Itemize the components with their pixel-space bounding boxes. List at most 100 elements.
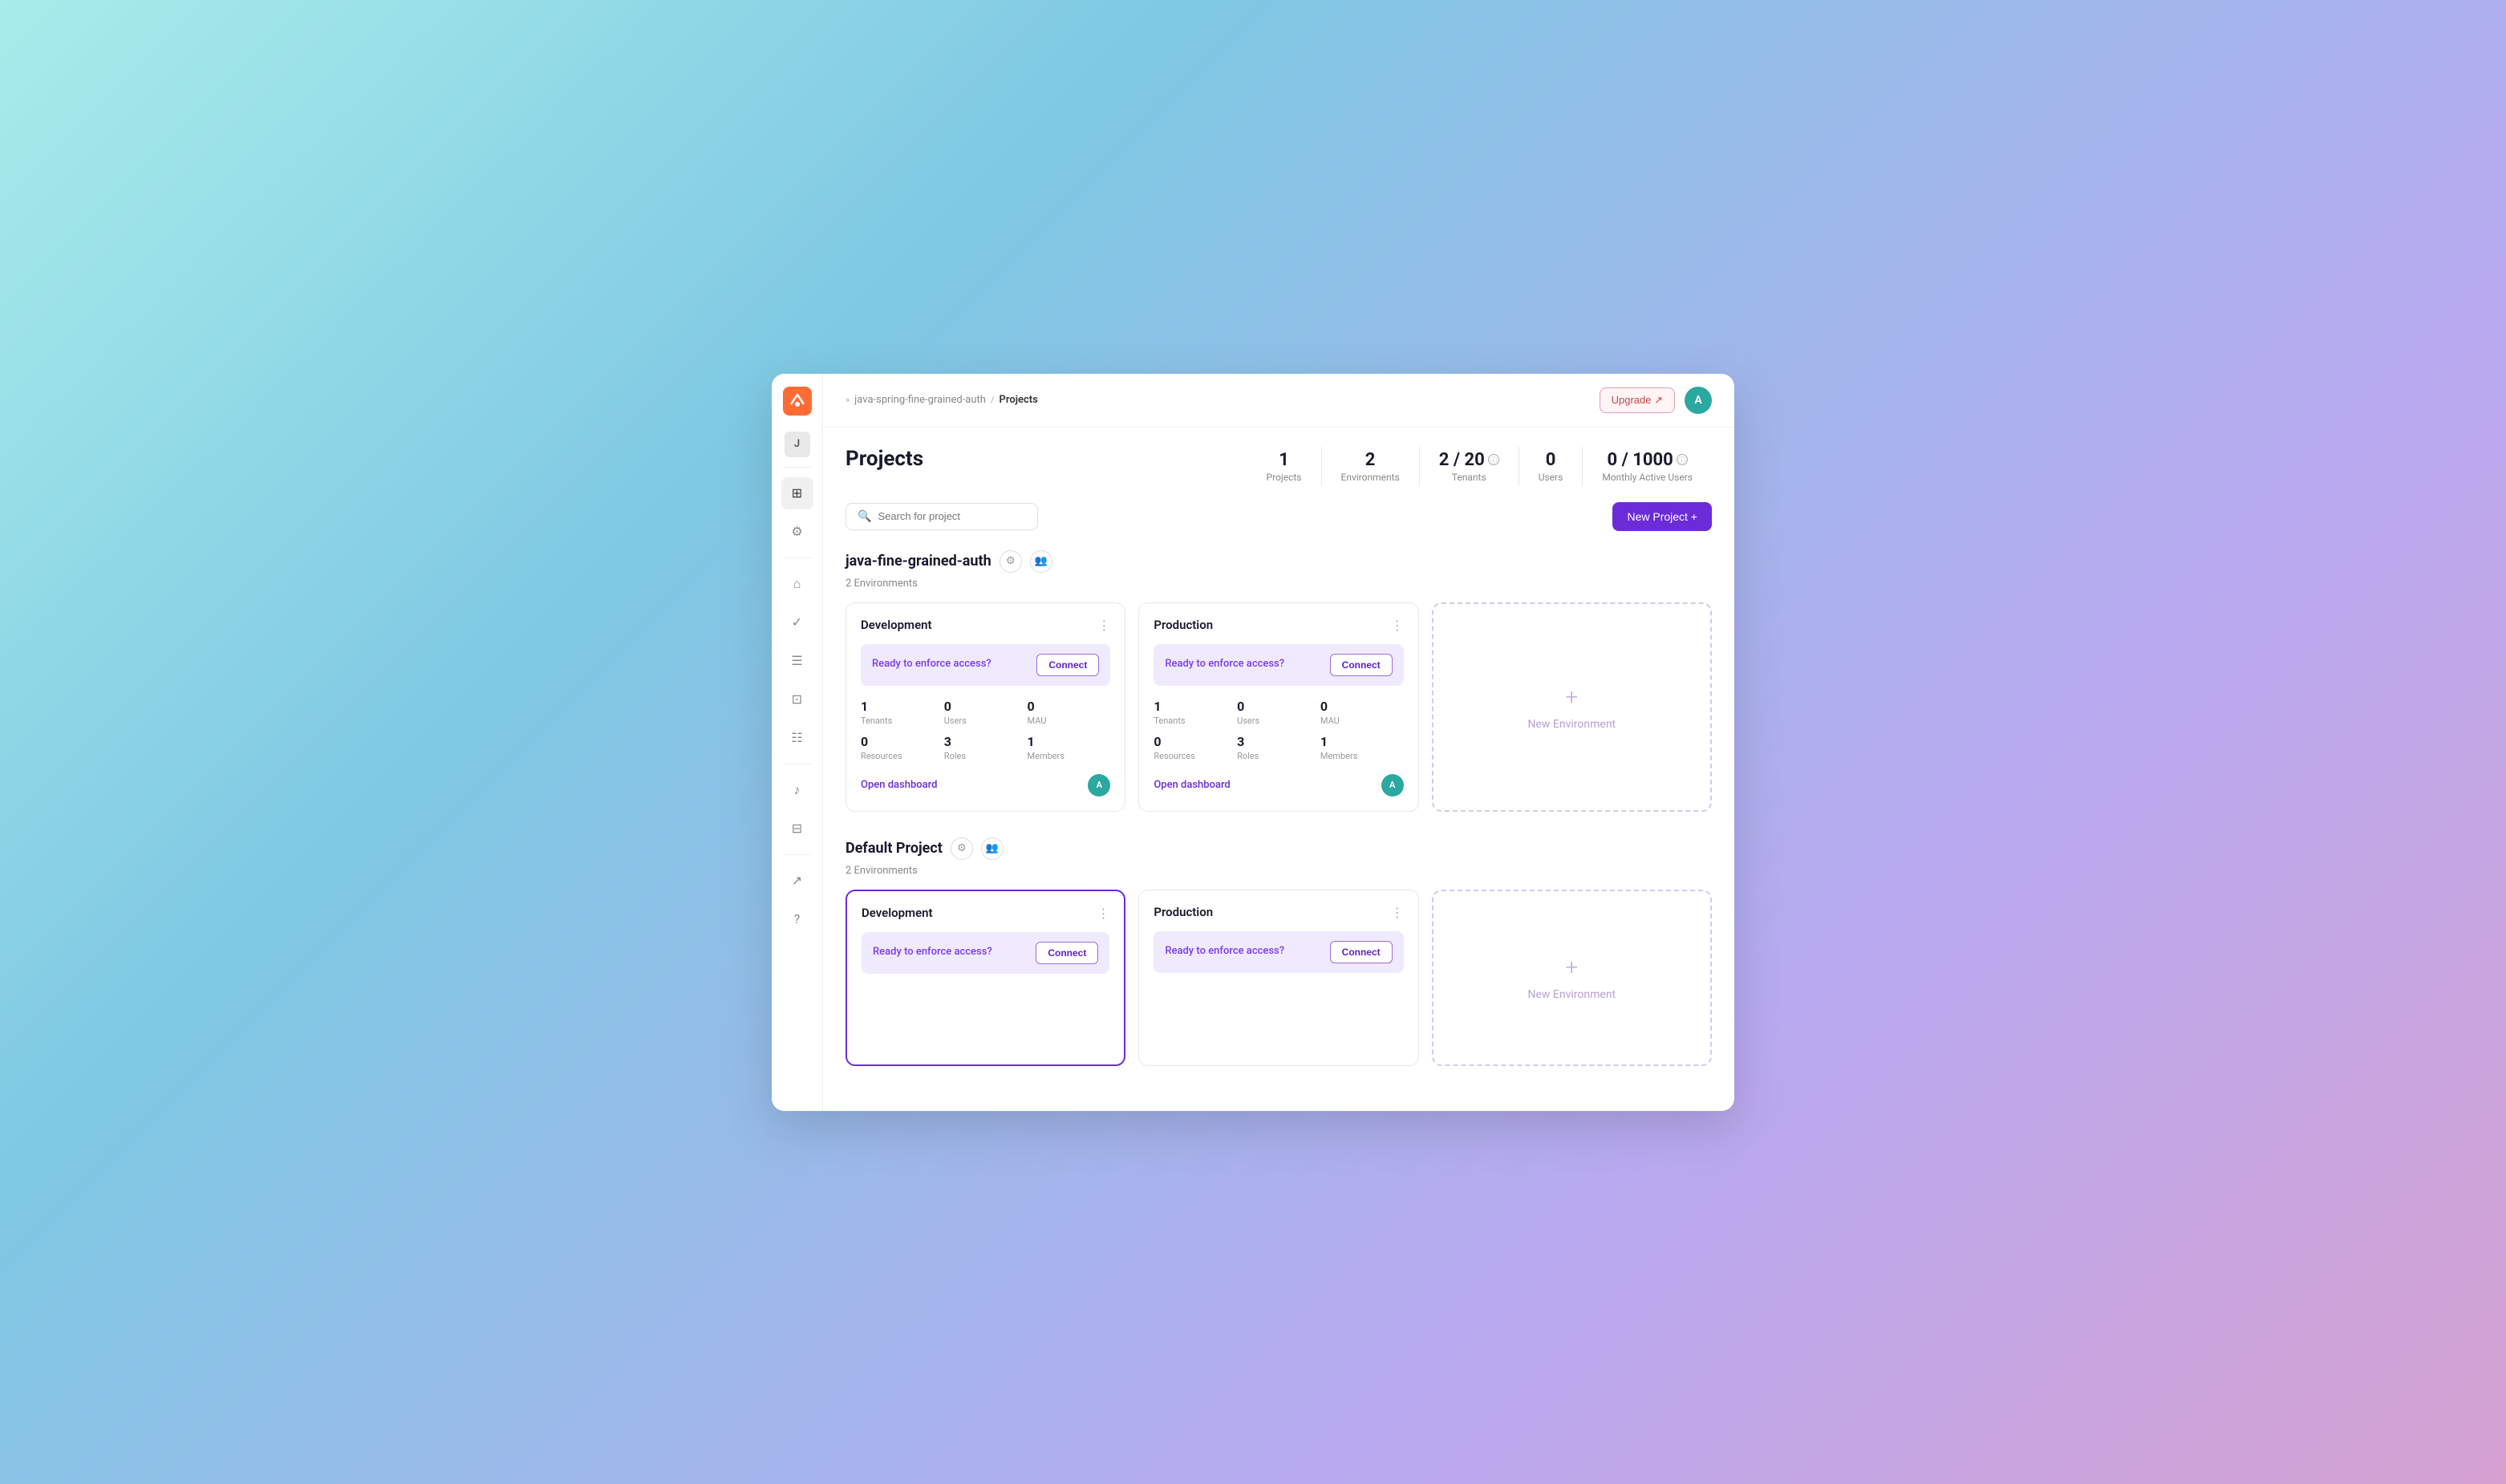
connect-text-0-1: Ready to enforce access? bbox=[1165, 657, 1284, 671]
env-stat-mau-0-0: 0 MAU bbox=[1028, 699, 1111, 726]
apps-icon: ⊡ bbox=[792, 691, 802, 707]
sidebar-item-apps[interactable]: ⊡ bbox=[781, 683, 813, 716]
logo[interactable] bbox=[783, 387, 812, 416]
connect-banner-1-1: Ready to enforce access? Connect bbox=[1154, 931, 1403, 973]
user-avatar[interactable]: A bbox=[1685, 387, 1712, 414]
env-card-1-0: Development ⋮ Ready to enforce access? C… bbox=[845, 890, 1125, 1066]
sidebar-divider-1 bbox=[783, 467, 812, 468]
env-stat-members-0-1: 1 Members bbox=[1320, 734, 1404, 761]
project-name-1: Default Project bbox=[845, 840, 943, 857]
new-project-button[interactable]: New Project + bbox=[1612, 502, 1712, 531]
project-members-icon-1[interactable]: 👥 bbox=[981, 837, 1004, 860]
stat-environments: 2 Environments bbox=[1322, 447, 1420, 486]
env-stat-tenants-0-0: 1 Tenants bbox=[861, 699, 944, 726]
env-stat-members-0-0: 1 Members bbox=[1028, 734, 1111, 761]
search-box: 🔍 bbox=[845, 503, 1038, 530]
project-name-0: java-fine-grained-auth bbox=[845, 553, 991, 570]
mau-info-icon[interactable]: ⓘ bbox=[1677, 454, 1688, 465]
connect-text-0-0: Ready to enforce access? bbox=[872, 657, 991, 671]
connect-banner-0-1: Ready to enforce access? Connect bbox=[1154, 644, 1403, 686]
env-menu-icon-1-0[interactable]: ⋮ bbox=[1097, 906, 1109, 921]
home-icon: ⌂ bbox=[793, 576, 801, 592]
sidebar-item-grid[interactable]: ⊞ bbox=[781, 477, 813, 509]
check-icon: ✓ bbox=[792, 614, 802, 630]
sidebar-workspace-avatar[interactable]: J bbox=[785, 432, 810, 457]
breadcrumb: » java-spring-fine-grained-auth / Projec… bbox=[845, 394, 1038, 406]
project-members-icon-0[interactable]: 👥 bbox=[1030, 550, 1052, 573]
sidebar-item-settings[interactable]: ⚙ bbox=[781, 516, 813, 548]
connect-button-1-1[interactable]: Connect bbox=[1330, 941, 1393, 963]
new-env-plus-icon-1: + bbox=[1565, 954, 1578, 980]
sidebar-item-list[interactable]: ☰ bbox=[781, 645, 813, 677]
sidebar-item-home[interactable]: ⌂ bbox=[781, 568, 813, 600]
env-stat-tenants-0-1: 1 Tenants bbox=[1154, 699, 1237, 726]
breadcrumb-link[interactable]: java-spring-fine-grained-auth bbox=[854, 394, 986, 406]
app-container: J ⊞ ⚙ ⌂ ✓ ☰ ⊡ ☷ ♪ ⊟ bbox=[772, 374, 1734, 1111]
env-stat-users-0-0: 0 Users bbox=[944, 699, 1028, 726]
stat-tenants-value-row: 2 / 20 ⓘ bbox=[1439, 450, 1499, 470]
env-card-header-0-0: Development ⋮ bbox=[861, 618, 1110, 633]
search-actions-bar: 🔍 New Project + bbox=[845, 502, 1712, 531]
connect-button-1-0[interactable]: Connect bbox=[1036, 942, 1098, 964]
connect-text-1-1: Ready to enforce access? bbox=[1165, 944, 1284, 959]
env-menu-icon-0-0[interactable]: ⋮ bbox=[1097, 618, 1110, 633]
sidebar-item-docs[interactable]: ☷ bbox=[781, 722, 813, 754]
stat-projects-number: 1 bbox=[1279, 450, 1289, 470]
stat-environments-number: 2 bbox=[1365, 450, 1376, 470]
env-stats-0-1: 1 Tenants 0 Users 0 MAU bbox=[1154, 699, 1403, 761]
docs-icon: ☷ bbox=[791, 730, 802, 745]
new-env-label-1: New Environment bbox=[1528, 988, 1616, 1001]
sidebar-item-notes[interactable]: ♪ bbox=[781, 774, 813, 806]
tenants-info-icon[interactable]: ⓘ bbox=[1488, 454, 1499, 465]
search-input[interactable] bbox=[878, 510, 1026, 522]
stat-tenants-label: Tenants bbox=[1452, 472, 1486, 483]
env-menu-icon-0-1[interactable]: ⋮ bbox=[1391, 618, 1404, 633]
new-env-card-0[interactable]: + New Environment bbox=[1432, 602, 1712, 812]
connect-button-0-0[interactable]: Connect bbox=[1036, 654, 1099, 676]
stat-users-number: 0 bbox=[1546, 450, 1556, 470]
project-settings-icon-1[interactable]: ⚙ bbox=[951, 837, 973, 860]
project-settings-icon-0[interactable]: ⚙ bbox=[1000, 550, 1022, 573]
open-dashboard-link-0-1[interactable]: Open dashboard bbox=[1154, 779, 1230, 791]
gear-icon: ⚙ bbox=[791, 524, 802, 539]
open-dashboard-link-0-0[interactable]: Open dashboard bbox=[861, 779, 937, 791]
project-section-1: Default Project ⚙ 👥 2 Environments Devel… bbox=[845, 837, 1712, 1066]
env-card-header-1-0: Development ⋮ bbox=[862, 906, 1109, 921]
env-card-header-0-1: Production ⋮ bbox=[1154, 618, 1403, 633]
sidebar-item-share[interactable]: ↗ bbox=[781, 865, 813, 897]
env-name-1-1: Production bbox=[1154, 905, 1213, 919]
stat-environments-label: Environments bbox=[1341, 472, 1400, 483]
music-icon: ♪ bbox=[794, 782, 801, 798]
env-card-footer-0-1: Open dashboard A bbox=[1154, 774, 1403, 797]
project-header-1: Default Project ⚙ 👥 bbox=[845, 837, 1712, 860]
stat-projects: 1 Projects bbox=[1247, 447, 1322, 486]
upgrade-button[interactable]: Upgrade ↗ bbox=[1600, 387, 1675, 413]
share-icon: ↗ bbox=[792, 873, 802, 888]
env-name-0-0: Development bbox=[861, 618, 932, 632]
sidebar-item-image[interactable]: ⊟ bbox=[781, 813, 813, 845]
env-card-footer-0-0: Open dashboard A bbox=[861, 774, 1110, 797]
stat-projects-label: Projects bbox=[1267, 472, 1302, 483]
env-stat-resources-0-0: 0 Resources bbox=[861, 734, 944, 761]
env-name-0-1: Production bbox=[1154, 618, 1213, 632]
breadcrumb-current: Projects bbox=[1000, 394, 1038, 406]
env-card-0-0: Development ⋮ Ready to enforce access? C… bbox=[845, 602, 1125, 812]
stat-mau-number: 0 / 1000 bbox=[1608, 450, 1673, 470]
sidebar: J ⊞ ⚙ ⌂ ✓ ☰ ⊡ ☷ ♪ ⊟ bbox=[772, 374, 823, 1111]
new-env-card-1[interactable]: + New Environment bbox=[1432, 890, 1712, 1066]
help-icon: ? bbox=[794, 911, 801, 926]
env-grid-0: Development ⋮ Ready to enforce access? C… bbox=[845, 602, 1712, 812]
stat-tenants: 2 / 20 ⓘ Tenants bbox=[1420, 447, 1519, 486]
env-stat-roles-0-0: 3 Roles bbox=[944, 734, 1028, 761]
connect-button-0-1[interactable]: Connect bbox=[1330, 654, 1393, 676]
stats-row: 1 Projects 2 Environments 2 / 20 ⓘ bbox=[1247, 447, 1713, 486]
sidebar-item-help[interactable]: ? bbox=[781, 903, 813, 935]
search-icon: 🔍 bbox=[858, 510, 871, 523]
sidebar-item-check[interactable]: ✓ bbox=[781, 606, 813, 639]
breadcrumb-chevron-icon: » bbox=[845, 395, 850, 405]
list-icon: ☰ bbox=[791, 653, 802, 668]
env-name-1-0: Development bbox=[862, 906, 933, 920]
stat-mau: 0 / 1000 ⓘ Monthly Active Users bbox=[1583, 447, 1712, 486]
stat-mau-label: Monthly Active Users bbox=[1602, 472, 1693, 483]
env-menu-icon-1-1[interactable]: ⋮ bbox=[1391, 905, 1404, 920]
